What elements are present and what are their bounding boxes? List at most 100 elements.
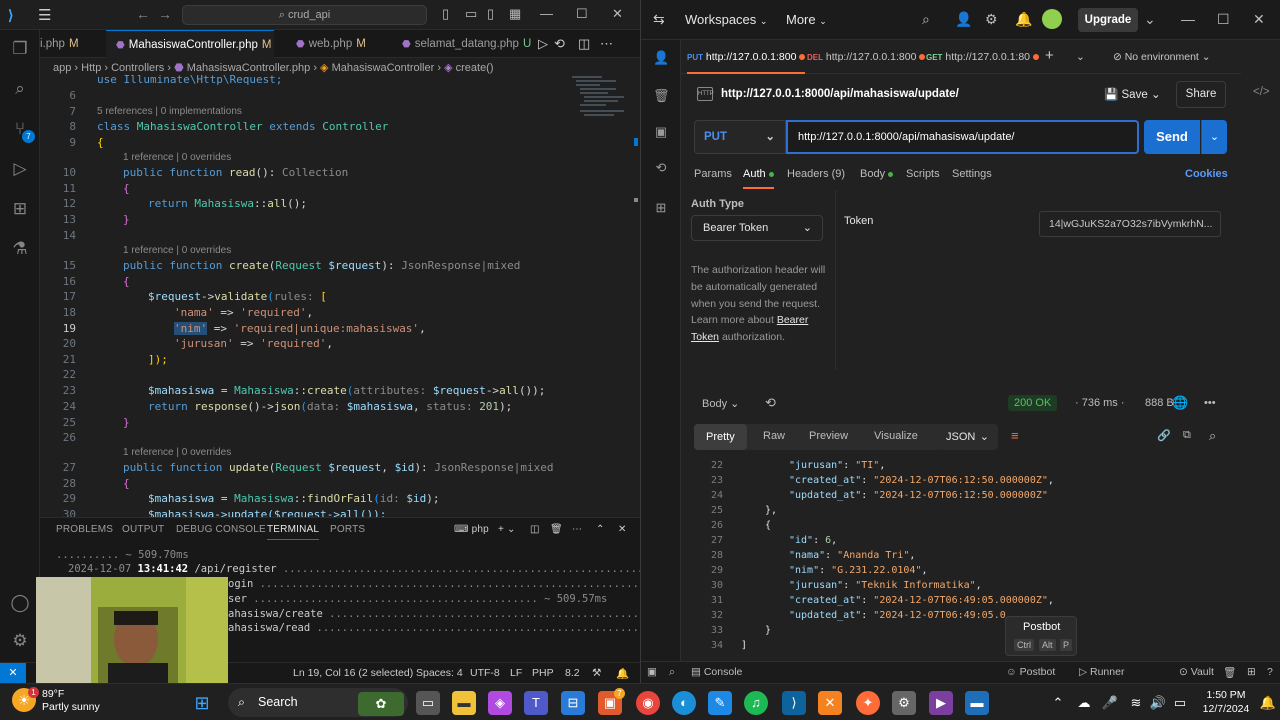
tab-mahasiswacontroller[interactable]: ⬣ MahasiswaController.php M: [106, 30, 274, 58]
account-icon[interactable]: ◯: [9, 592, 31, 614]
minimap[interactable]: [572, 74, 632, 154]
tab-raw[interactable]: Raw: [763, 430, 785, 442]
remote-icon[interactable]: ✕: [0, 663, 26, 683]
minimize-icon[interactable]: —: [1181, 11, 1195, 27]
settings-gear-icon[interactable]: ⚙: [9, 630, 31, 652]
menu-icon[interactable]: ☰: [38, 6, 51, 24]
upgrade-button[interactable]: Upgrade: [1078, 8, 1138, 32]
send-options-dropdown[interactable]: ⌄: [1201, 120, 1227, 154]
tabs-dropdown-icon[interactable]: ⌄: [1076, 51, 1085, 63]
status-encoding[interactable]: UTF-8: [470, 667, 500, 679]
volume-icon[interactable]: 🔊: [1146, 691, 1170, 715]
link-icon[interactable]: 🔗: [1157, 429, 1171, 442]
more-actions-icon[interactable]: ⋯: [572, 524, 582, 535]
request-tab-del[interactable]: DEL http://127.0.0.1:800: [807, 51, 926, 63]
tab-problems[interactable]: PROBLEMS: [56, 524, 113, 535]
close-panel-icon[interactable]: ✕: [618, 524, 627, 535]
share-button[interactable]: Share: [1176, 81, 1226, 108]
notifications-bell-icon[interactable]: 🔔: [616, 667, 629, 680]
breadcrumb-controllers[interactable]: Controllers: [111, 62, 164, 74]
vault-button[interactable]: ⊙ Vault: [1179, 666, 1214, 678]
testing-icon[interactable]: ⚗: [9, 238, 31, 260]
teams-icon[interactable]: T: [524, 691, 548, 715]
send-button[interactable]: Send: [1144, 120, 1200, 154]
copy-icon[interactable]: ⧉: [1183, 429, 1191, 442]
run-debug-icon[interactable]: ▷: [9, 158, 31, 180]
new-terminal-icon[interactable]: + ⌄: [498, 524, 516, 535]
avatar[interactable]: [1042, 9, 1062, 29]
code-lens[interactable]: 1 reference | 0 overrides: [123, 245, 231, 256]
status-eol[interactable]: LF: [510, 667, 522, 679]
customize-layout-icon[interactable]: ▦: [509, 6, 521, 22]
minimize-icon[interactable]: —: [540, 6, 553, 21]
notifications-bell-icon[interactable]: 🔔: [1256, 691, 1280, 715]
more-menu[interactable]: More ⌄: [786, 12, 827, 27]
tab-params[interactable]: Params: [694, 168, 732, 180]
maximize-icon[interactable]: ☐: [576, 6, 588, 22]
close-icon[interactable]: ✕: [612, 6, 623, 22]
globe-icon[interactable]: 🌐: [1172, 395, 1188, 411]
split-terminal-icon[interactable]: ◫: [530, 524, 540, 535]
tab-preview[interactable]: Preview: [809, 430, 848, 442]
back-arrow-icon[interactable]: ←: [136, 6, 150, 22]
microphone-icon[interactable]: 🎤: [1098, 691, 1122, 715]
close-icon[interactable]: ✕: [1253, 11, 1265, 28]
trash-icon[interactable]: 🗑: [653, 88, 670, 104]
tab-output[interactable]: OUTPUT: [122, 524, 164, 535]
app-icon[interactable]: ✎: [708, 691, 732, 715]
terminal-shell-selector[interactable]: ⌨ php: [454, 524, 489, 535]
command-center-search[interactable]: ⌕ crud_api: [182, 5, 427, 25]
split-editor-icon[interactable]: ◫: [578, 36, 590, 52]
token-input[interactable]: 14|wGJuKS2a7O32s7ibVymkrhN...: [1039, 211, 1221, 237]
breadcrumb-file[interactable]: MahasiswaController.php: [187, 62, 311, 74]
layout-panel-icon[interactable]: ▭: [465, 6, 477, 22]
spotify-icon[interactable]: ♫: [744, 691, 768, 715]
edge-icon[interactable]: ◐: [672, 691, 696, 715]
tab-selamat-datang[interactable]: ⬣ selamat_datang.php U: [392, 30, 532, 58]
workspaces-menu[interactable]: Workspaces ⌄: [685, 12, 767, 27]
tab-auth[interactable]: Auth: [743, 168, 774, 189]
chevron-down-icon[interactable]: ⌄: [1144, 11, 1156, 28]
grid-icon[interactable]: ⊞: [1247, 666, 1256, 678]
chrome-icon[interactable]: ◉: [636, 691, 660, 715]
postman-taskbar-icon[interactable]: ✦: [856, 691, 880, 715]
breadcrumb-class[interactable]: MahasiswaController: [332, 62, 435, 74]
store-icon[interactable]: ⊟: [561, 691, 585, 715]
breadcrumb-app[interactable]: app: [53, 62, 71, 74]
extensions-icon[interactable]: ⊞: [9, 198, 31, 220]
layout-secondary-icon[interactable]: ▯: [487, 6, 494, 22]
monitor-icon[interactable]: ▣: [653, 124, 669, 140]
response-time[interactable]: · 736 ms ·: [1075, 397, 1125, 409]
history-icon[interactable]: ⟲: [765, 395, 776, 411]
more-options-icon[interactable]: •••: [1204, 397, 1216, 409]
code-snippet-icon[interactable]: </>: [1253, 86, 1270, 98]
tab-terminal[interactable]: TERMINAL: [267, 524, 320, 540]
battery-icon[interactable]: ▭: [1168, 691, 1192, 715]
url-input[interactable]: http://127.0.0.1:8000/api/mahasiswa/upda…: [786, 120, 1139, 154]
vscode-taskbar-icon[interactable]: ⟩: [782, 691, 806, 715]
status-badge[interactable]: 200 OK: [1008, 395, 1058, 411]
request-tab-get[interactable]: GET http://127.0.0.1:80: [926, 51, 1040, 63]
auth-type-select[interactable]: Bearer Token ⌄: [691, 215, 823, 241]
history-icon[interactable]: ⟲: [653, 160, 669, 176]
file-explorer-icon[interactable]: ▬: [452, 691, 476, 715]
breadcrumb-http[interactable]: Http: [81, 62, 101, 74]
explorer-icon[interactable]: ❐: [9, 38, 31, 60]
invite-user-icon[interactable]: 👤: [955, 11, 972, 28]
tab-debug-console[interactable]: DEBUG CONSOLE: [176, 524, 266, 535]
tab-web-php[interactable]: ⬣ web.php M: [286, 30, 382, 58]
wrench-icon[interactable]: ⚒: [592, 667, 601, 679]
layout-icon[interactable]: ▣: [647, 666, 657, 678]
postbot-button[interactable]: ☺ Postbot: [1006, 666, 1055, 678]
search-icon[interactable]: ⌕: [669, 666, 675, 679]
help-icon[interactable]: ?: [1267, 666, 1273, 678]
xampp-icon[interactable]: ✕: [818, 691, 842, 715]
console-button[interactable]: ▤ Console: [691, 666, 742, 678]
new-tab-icon[interactable]: +: [1045, 47, 1054, 64]
tab-settings[interactable]: Settings: [952, 168, 992, 180]
media-icon[interactable]: ▶: [929, 691, 953, 715]
tab-visualize[interactable]: Visualize: [874, 430, 918, 442]
code-lens[interactable]: 5 references | 0 implementations: [97, 106, 242, 117]
status-language[interactable]: PHP: [532, 667, 554, 679]
tab-scripts[interactable]: Scripts: [906, 168, 940, 180]
